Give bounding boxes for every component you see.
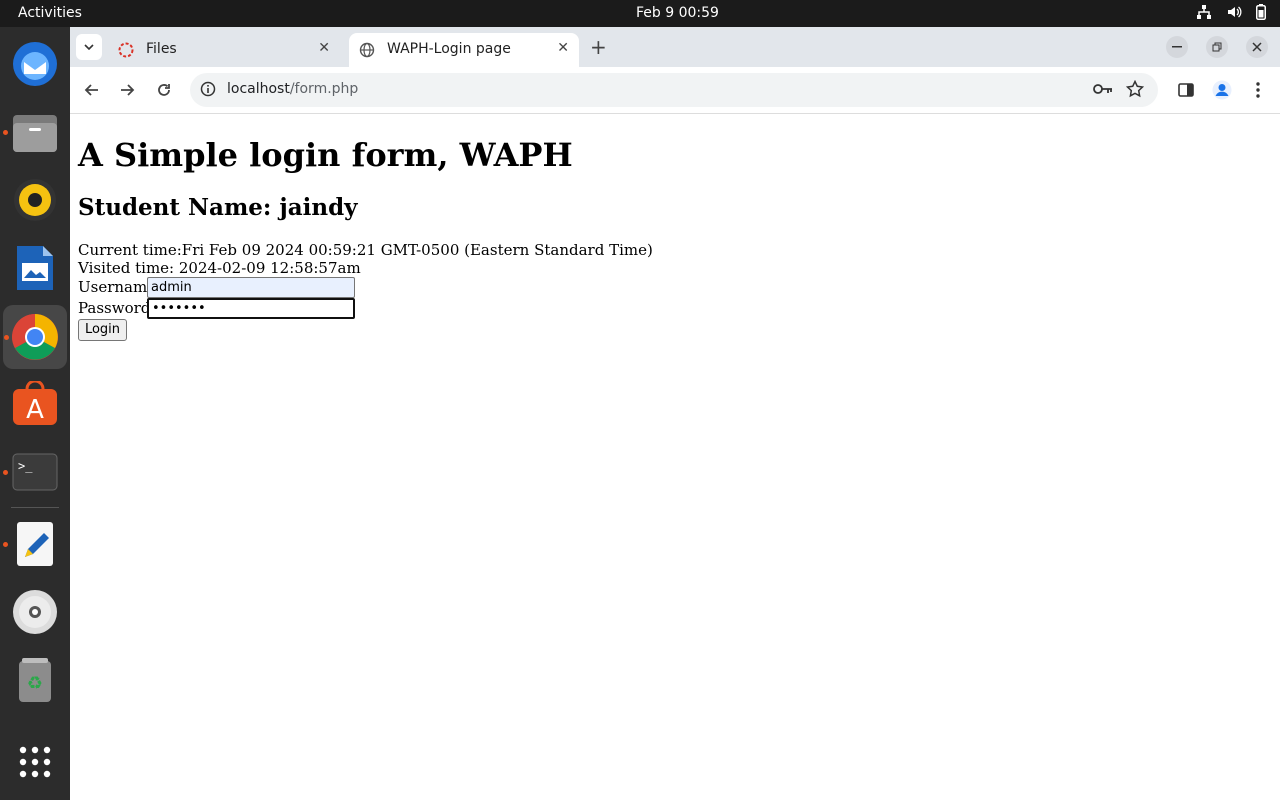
login-button[interactable]: Login: [78, 319, 127, 341]
system-top-bar: Activities Feb 9 00:59: [0, 0, 1280, 27]
back-button[interactable]: [81, 79, 103, 101]
chevron-down-icon: [84, 44, 94, 50]
text-editor-icon[interactable]: [3, 519, 60, 569]
files-favicon-icon: [118, 42, 134, 58]
tab-title: Files: [146, 41, 177, 57]
reload-icon: [158, 84, 170, 96]
side-panel-button[interactable]: [1175, 79, 1197, 101]
tab-search-button[interactable]: [76, 34, 102, 60]
running-indicator: [3, 130, 8, 135]
clock[interactable]: Feb 9 00:59: [636, 5, 719, 21]
dock-separator: [11, 507, 59, 508]
back-arrow-icon: [84, 84, 98, 96]
close-window-button[interactable]: [1246, 36, 1268, 58]
side-panel-icon: [1178, 83, 1194, 97]
dock: A >_ ♻: [0, 27, 70, 800]
web-page: A Simple login form, WAPH Student Name: …: [70, 114, 1280, 800]
username-input[interactable]: admin: [147, 277, 355, 298]
profile-button[interactable]: [1211, 79, 1233, 101]
url-text: localhost/form.php: [227, 81, 358, 97]
restore-button[interactable]: [1206, 36, 1228, 58]
url-host: localhost: [227, 81, 290, 97]
password-label: Password:: [78, 299, 156, 317]
page-title: A Simple login form, WAPH: [78, 136, 573, 174]
tab-close-icon[interactable]: ✕: [557, 40, 569, 56]
globe-icon: [359, 42, 375, 58]
tab-files[interactable]: Files ✕: [108, 33, 340, 67]
network-icon: [1196, 4, 1212, 24]
svg-text:A: A: [26, 395, 44, 425]
close-icon: [1252, 42, 1262, 52]
app-grid-icon[interactable]: [10, 737, 60, 787]
svg-text:>_: >_: [18, 459, 33, 473]
volume-icon: [1226, 4, 1242, 24]
current-time-text: Current time:Fri Feb 09 2024 00:59:21 GM…: [78, 241, 653, 259]
running-indicator: [3, 542, 8, 547]
activities-button[interactable]: Activities: [18, 5, 82, 21]
writer-icon[interactable]: [10, 243, 60, 293]
battery-icon: [1256, 4, 1266, 24]
site-info-icon[interactable]: [200, 81, 216, 101]
address-bar[interactable]: localhost/form.php: [190, 73, 1158, 107]
menu-button[interactable]: [1247, 79, 1269, 101]
tab-title: WAPH-Login page: [387, 41, 511, 57]
svg-text:♻: ♻: [27, 673, 43, 694]
restore-icon: [1212, 42, 1222, 52]
rhythmbox-icon[interactable]: [10, 175, 60, 225]
tab-strip: Files ✕ WAPH-Login page ✕ +: [70, 27, 1280, 67]
password-input[interactable]: •••••••: [147, 298, 355, 319]
running-indicator: [4, 335, 9, 340]
files-icon[interactable]: [3, 107, 60, 157]
tab-waph-login[interactable]: WAPH-Login page ✕: [349, 33, 579, 67]
disc-icon[interactable]: [10, 587, 60, 637]
new-tab-button[interactable]: +: [590, 35, 607, 59]
running-indicator: [3, 470, 8, 475]
minimize-button[interactable]: [1166, 36, 1188, 58]
minimize-icon: [1172, 46, 1182, 48]
forward-arrow-icon: [121, 84, 135, 96]
profile-icon: [1212, 80, 1232, 100]
reload-button[interactable]: [153, 79, 175, 101]
terminal-icon[interactable]: >_: [3, 447, 60, 497]
url-path: /form.php: [289, 81, 359, 97]
app-center-icon[interactable]: A: [10, 379, 60, 429]
trash-icon[interactable]: ♻: [10, 655, 60, 705]
chrome-icon[interactable]: [3, 305, 67, 369]
kebab-menu-icon: [1256, 82, 1260, 98]
browser-toolbar: localhost/form.php: [70, 67, 1280, 114]
tab-close-icon[interactable]: ✕: [318, 40, 330, 56]
forward-button[interactable]: [116, 79, 138, 101]
system-tray[interactable]: [1196, 4, 1266, 24]
student-name-heading: Student Name: jaindy: [78, 194, 358, 221]
visited-time-text: Visited time: 2024-02-09 12:58:57am: [78, 259, 361, 277]
thunderbird-icon[interactable]: [10, 39, 60, 89]
bookmark-star-icon[interactable]: [1125, 79, 1145, 102]
password-key-icon[interactable]: [1093, 81, 1113, 100]
